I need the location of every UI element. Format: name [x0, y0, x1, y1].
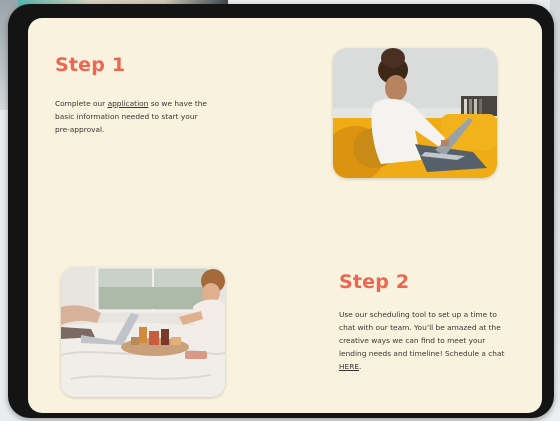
tablet-device: Step 1 Complete our application so we ha… [8, 4, 554, 418]
step-2-text-start: Use our scheduling tool to set up a time… [339, 310, 505, 358]
woman-on-laptop-photo [333, 48, 497, 178]
step-2-title: Step 2 [339, 271, 410, 293]
step-1-description: Complete our application so we have the … [55, 97, 213, 136]
schedule-chat-link[interactable]: HERE [339, 362, 359, 371]
step-1-title: Step 1 [55, 54, 126, 76]
step-1-text-start: Complete our [55, 99, 108, 108]
step-2-text-end: . [359, 362, 362, 371]
table-with-toy-blocks-photo [61, 267, 225, 397]
step-2-description: Use our scheduling tool to set up a time… [339, 308, 514, 373]
application-link[interactable]: application [108, 99, 149, 108]
tablet-screen: Step 1 Complete our application so we ha… [28, 18, 542, 413]
